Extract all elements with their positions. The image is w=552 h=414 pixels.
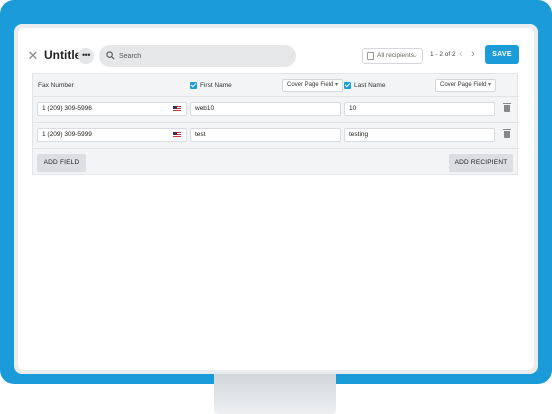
pagination-text: 1 - 2 of 2 — [430, 51, 456, 58]
dropdown-label: Cover Page Field — [287, 82, 334, 88]
us-flag-icon[interactable] — [173, 132, 181, 138]
fax-number-value: 1 (209) 309-5996 — [42, 105, 92, 112]
filter-label: All recipients — [377, 52, 414, 59]
dropdown-label: Cover Page Field — [440, 82, 487, 88]
chevron-left-icon[interactable]: ‹ — [456, 47, 466, 61]
add-recipient-button[interactable]: ADD RECIPIENT — [449, 154, 513, 172]
first-name-field-type-dropdown[interactable]: Cover Page Field ▾ — [282, 79, 343, 92]
more-options-button[interactable]: ••• — [78, 48, 94, 64]
search-icon — [106, 51, 115, 60]
last-name-field-type-dropdown[interactable]: Cover Page Field ▾ — [435, 79, 496, 92]
chevron-right-icon[interactable]: › — [468, 47, 478, 61]
table-row: 1 (209) 309-5999 test testing — [33, 123, 519, 149]
search-input[interactable] — [119, 48, 289, 64]
search-bar[interactable] — [99, 45, 296, 67]
us-flag-icon[interactable] — [173, 106, 181, 112]
screen-bezel: ✕ Untitled ••• All recipients ⌄ 1 - 2 of… — [14, 24, 538, 374]
last-name-field[interactable]: testing — [344, 128, 495, 142]
add-field-button[interactable]: ADD FIELD — [37, 154, 86, 172]
recipients-filter-dropdown[interactable]: All recipients ⌄ — [362, 48, 423, 64]
last-name-field[interactable]: 10 — [344, 102, 495, 116]
first-name-field[interactable]: web10 — [190, 102, 341, 116]
toolbar: ✕ Untitled ••• All recipients ⌄ 1 - 2 of… — [18, 42, 534, 72]
document-icon — [367, 52, 374, 60]
close-icon[interactable]: ✕ — [27, 49, 39, 62]
recipients-table: Fax Number First Name Cover Page Field ▾… — [32, 73, 519, 175]
monitor-stand — [214, 370, 336, 414]
caret-down-icon: ▾ — [487, 82, 491, 88]
fax-number-field[interactable]: 1 (209) 309-5996 — [37, 102, 187, 116]
first-name-field[interactable]: test — [190, 128, 341, 142]
save-button[interactable]: SAVE — [485, 45, 519, 64]
first-name-checkbox[interactable] — [190, 82, 197, 89]
column-header-first-name: First Name — [200, 82, 232, 89]
table-header: Fax Number First Name Cover Page Field ▾… — [33, 74, 519, 97]
caret-down-icon: ▾ — [334, 82, 338, 88]
column-header-last-name: Last Name — [354, 82, 386, 89]
trash-icon[interactable] — [503, 103, 511, 112]
column-header-fax: Fax Number — [38, 82, 74, 89]
trash-icon[interactable] — [503, 129, 511, 138]
last-name-checkbox[interactable] — [344, 82, 351, 89]
chevron-down-icon: ⌄ — [412, 52, 418, 59]
fax-number-value: 1 (209) 309-5999 — [42, 131, 92, 138]
app-screen: ✕ Untitled ••• All recipients ⌄ 1 - 2 of… — [18, 28, 534, 370]
fax-number-field[interactable]: 1 (209) 309-5999 — [37, 128, 187, 142]
table-row: 1 (209) 309-5996 web10 10 — [33, 97, 519, 123]
